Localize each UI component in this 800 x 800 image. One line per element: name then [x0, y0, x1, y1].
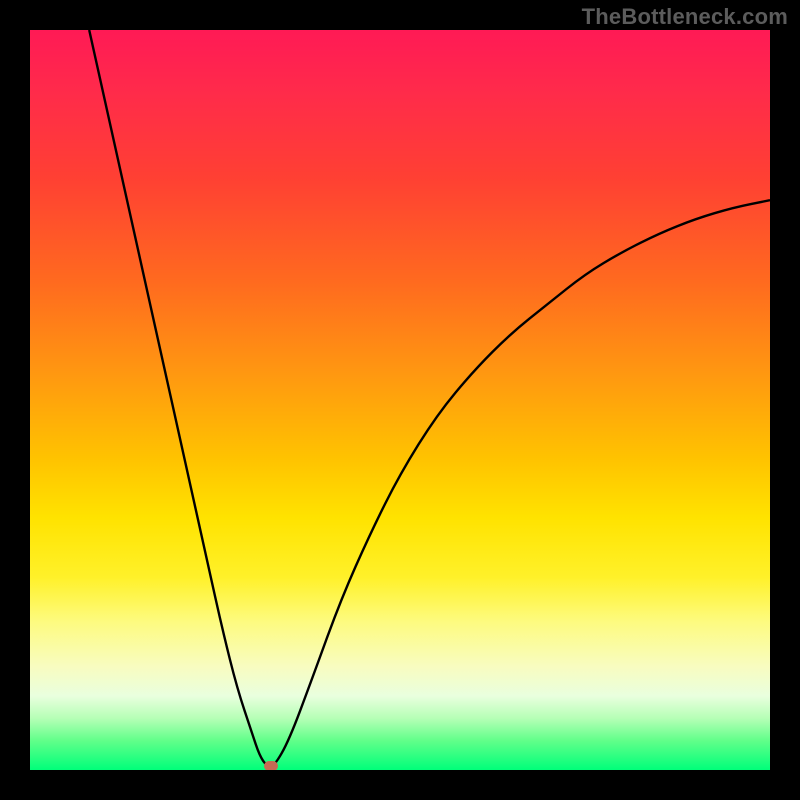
bottleneck-curve [30, 30, 770, 770]
curve-path [89, 30, 770, 766]
chart-frame: TheBottleneck.com [0, 0, 800, 800]
watermark-text: TheBottleneck.com [582, 4, 788, 30]
optimum-marker [264, 761, 278, 770]
plot-area [30, 30, 770, 770]
